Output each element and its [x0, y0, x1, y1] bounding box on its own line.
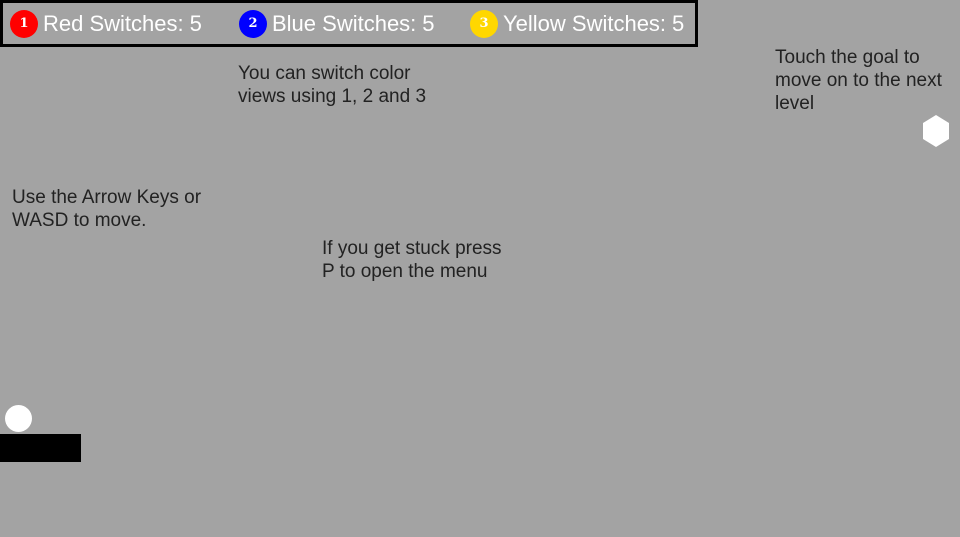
movement-hint: Use the Arrow Keys or WASD to move.	[12, 187, 202, 231]
player-ball	[5, 405, 32, 432]
blue-switch-label: Blue Switches:	[272, 10, 417, 36]
red-switch-counter: 1 Red Switches: 5	[10, 3, 202, 44]
red-switch-count: 5	[189, 10, 202, 36]
goal-hint: Touch the goal to move on to the next le…	[775, 47, 942, 114]
yellow-switch-count: 5	[672, 10, 685, 36]
yellow-switch-counter: 3 Yellow Switches: 5	[470, 3, 684, 44]
blue-switch-count: 5	[422, 10, 435, 36]
blue-switch-key-icon: 2	[239, 9, 267, 38]
goal-hexagon-icon	[923, 115, 949, 147]
switch-counter-bar: 1 Red Switches: 5 2 Blue Switches: 5 3 Y…	[0, 0, 698, 47]
menu-hint: If you get stuck press P to open the men…	[322, 238, 502, 282]
color-views-hint: You can switch color views using 1, 2 an…	[238, 63, 427, 107]
starting-platform	[0, 434, 81, 462]
yellow-switch-label: Yellow Switches:	[503, 10, 667, 36]
red-switch-key-icon: 1	[10, 9, 38, 38]
red-switch-label: Red Switches:	[43, 10, 184, 36]
yellow-switch-key-icon: 3	[470, 9, 498, 38]
blue-switch-counter: 2 Blue Switches: 5	[239, 3, 435, 44]
